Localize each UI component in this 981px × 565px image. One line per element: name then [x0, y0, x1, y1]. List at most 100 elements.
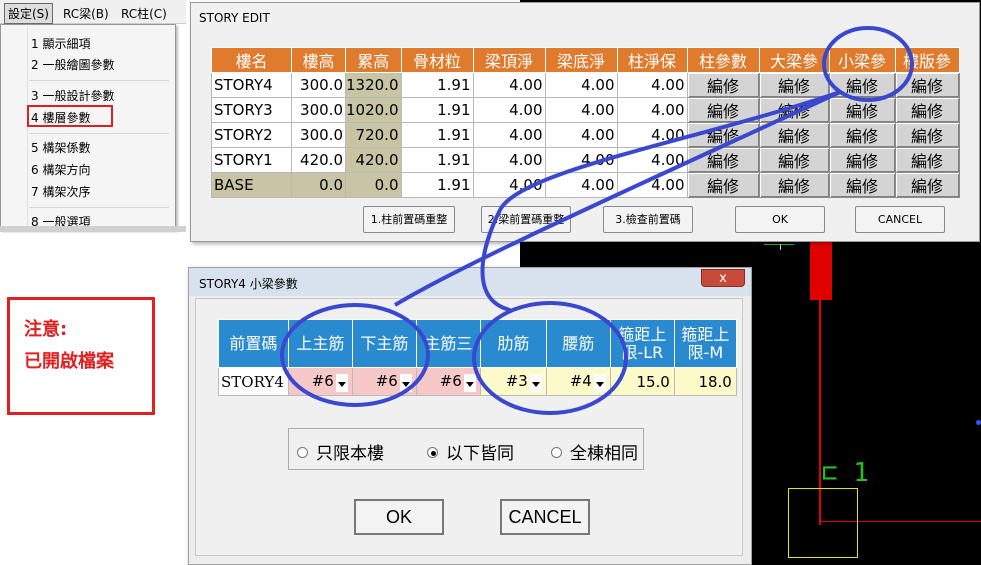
story-beam-top-cell[interactable]: 4.00: [472, 172, 546, 198]
menu-item-frame-coeff[interactable]: 5 構架係數: [31, 139, 90, 156]
story-beam-top-cell[interactable]: 4.00: [472, 97, 546, 123]
story-cumulative-cell[interactable]: 1020.0: [345, 97, 402, 123]
dialog-title-bar[interactable]: STORY4 小梁參數 x: [189, 268, 751, 296]
story-aggregate-cell[interactable]: 1.91: [400, 172, 474, 198]
story-column-cover-cell[interactable]: 4.00: [616, 97, 688, 123]
radio-whole-building[interactable]: 全棟相同: [551, 439, 638, 464]
story-beam-top-cell[interactable]: 4.00: [472, 72, 546, 98]
radio-dot[interactable]: [297, 446, 308, 458]
cell-value: #4: [569, 372, 592, 391]
stirrup-spacing-lr-cell[interactable]: 15.0: [609, 367, 675, 396]
radio-dot[interactable]: [551, 446, 562, 458]
menu-rc-beam[interactable]: RC梁(B): [60, 4, 112, 23]
story-height-cell[interactable]: 0.0: [291, 172, 346, 198]
dropdown-arrow-icon[interactable]: [529, 373, 542, 392]
settings-dropdown-menu: 1 顯示細項 2 一般繪圖參數 3 一般設計參數 4 樓層參數 5 構架係數 6…: [0, 24, 176, 230]
stirrup-spacing-m-cell[interactable]: 18.0: [673, 367, 737, 396]
edit-main-beam-params-button[interactable]: 編修: [758, 97, 830, 123]
note-title: 注意:: [24, 319, 68, 340]
edit-secondary-beam-params-button[interactable]: 編修: [828, 122, 896, 148]
edit-slab-params-button[interactable]: 編修: [894, 72, 960, 98]
bottom-main-bar-select[interactable]: #6: [351, 367, 417, 396]
story-name-cell[interactable]: STORY4: [211, 72, 292, 98]
menu-item-display-detail[interactable]: 1 顯示細項: [31, 35, 90, 52]
cancel-button[interactable]: CANCEL: [855, 206, 945, 233]
story-aggregate-cell[interactable]: 1.91: [400, 97, 474, 123]
edit-main-beam-params-button[interactable]: 編修: [758, 172, 830, 198]
stirrup-select[interactable]: #3: [479, 367, 547, 396]
edit-column-params-button[interactable]: 編修: [686, 172, 760, 198]
check-prefix-button[interactable]: 3.檢查前置碼: [603, 206, 693, 233]
dropdown-arrow-icon[interactable]: [335, 373, 348, 392]
dialog-cancel-button[interactable]: CANCEL: [500, 499, 590, 535]
reorder-column-prefix-button[interactable]: 1.柱前置碼重整: [363, 206, 455, 233]
story-column-cover-cell[interactable]: 4.00: [616, 147, 688, 173]
dropdown-arrow-icon[interactable]: [593, 373, 606, 392]
story-beam-top-cell[interactable]: 4.00: [472, 147, 546, 173]
radio-this-floor[interactable]: 只限本樓: [297, 439, 384, 464]
story-name-cell[interactable]: STORY2: [211, 122, 292, 148]
cell-value: #6: [375, 372, 398, 391]
story-beam-bottom-cell[interactable]: 4.00: [544, 97, 618, 123]
story-column-cover-cell[interactable]: 4.00: [616, 72, 688, 98]
story-beam-bottom-cell[interactable]: 4.00: [544, 122, 618, 148]
story-name-cell[interactable]: BASE: [211, 172, 292, 198]
dialog-ok-button[interactable]: OK: [354, 499, 444, 535]
close-button[interactable]: x: [701, 269, 745, 287]
reorder-beam-prefix-button[interactable]: 2.梁前置碼重整: [481, 206, 571, 233]
radio-below-same[interactable]: 以下皆同: [427, 439, 514, 464]
story-cumulative-cell[interactable]: 720.0: [345, 122, 402, 148]
story-name-cell[interactable]: STORY3: [211, 97, 292, 123]
edit-main-beam-params-button[interactable]: 編修: [758, 122, 830, 148]
menu-item-design-params[interactable]: 3 一般設計參數: [31, 87, 114, 104]
edit-secondary-beam-params-button[interactable]: 編修: [828, 172, 896, 198]
story-cumulative-cell[interactable]: 420.0: [345, 147, 402, 173]
cell-value: #6: [439, 372, 462, 391]
edit-secondary-beam-params-button[interactable]: 編修: [828, 147, 896, 173]
radio-dot[interactable]: [427, 446, 438, 458]
edit-column-params-button[interactable]: 編修: [686, 97, 760, 123]
story-aggregate-cell[interactable]: 1.91: [400, 147, 474, 173]
dialog-body: 前置碼 上主筋 下主筋 主筋三 肋筋 腰筋 箍距上 限-LR 箍距上 限-M STORY4 #6 #6…: [195, 298, 743, 556]
story-aggregate-cell[interactable]: 1.91: [400, 72, 474, 98]
edit-main-beam-params-button[interactable]: 編修: [758, 147, 830, 173]
menu-item-drawing-params[interactable]: 2 一般繪圖參數: [31, 56, 114, 73]
dropdown-arrow-icon[interactable]: [399, 373, 412, 392]
story-aggregate-cell[interactable]: 1.91: [400, 122, 474, 148]
edit-slab-params-button[interactable]: 編修: [894, 122, 960, 148]
edit-secondary-beam-params-button[interactable]: 編修: [828, 72, 896, 98]
edit-column-params-button[interactable]: 編修: [686, 147, 760, 173]
story-height-cell[interactable]: 300.0: [291, 122, 346, 148]
story-height-cell[interactable]: 300.0: [291, 72, 346, 98]
story-height-cell[interactable]: 420.0: [291, 147, 346, 173]
story-cumulative-cell[interactable]: 0.0: [345, 172, 402, 198]
story-column-cover-cell[interactable]: 4.00: [616, 122, 688, 148]
story-beam-bottom-cell[interactable]: 4.00: [544, 147, 618, 173]
story-beam-top-cell[interactable]: 4.00: [472, 122, 546, 148]
menu-item-frame-direction[interactable]: 6 構架方向: [31, 161, 90, 178]
menu-rc-column[interactable]: RC柱(C): [118, 4, 170, 23]
prefix-cell[interactable]: STORY4: [218, 367, 289, 396]
edit-slab-params-button[interactable]: 編修: [894, 172, 960, 198]
story-beam-bottom-cell[interactable]: 4.00: [544, 72, 618, 98]
web-bar-select[interactable]: #4: [545, 367, 611, 396]
background-strip: [0, 226, 186, 232]
menu-settings[interactable]: 設定(S): [4, 3, 53, 24]
menu-item-frame-order[interactable]: 7 構架次序: [31, 183, 90, 200]
story-cumulative-cell[interactable]: 1320.0: [345, 72, 402, 98]
dropdown-arrow-icon[interactable]: [463, 373, 476, 392]
edit-column-params-button[interactable]: 編修: [686, 72, 760, 98]
col-header: 骨材粒: [400, 47, 474, 73]
story-column-cover-cell[interactable]: 4.00: [616, 172, 688, 198]
story-name-cell[interactable]: STORY1: [211, 147, 292, 173]
third-main-bar-select[interactable]: #6: [415, 367, 481, 396]
story-beam-bottom-cell[interactable]: 4.00: [544, 172, 618, 198]
edit-column-params-button[interactable]: 編修: [686, 122, 760, 148]
story-height-cell[interactable]: 300.0: [291, 97, 346, 123]
edit-slab-params-button[interactable]: 編修: [894, 147, 960, 173]
edit-slab-params-button[interactable]: 編修: [894, 97, 960, 123]
top-main-bar-select[interactable]: #6: [287, 367, 353, 396]
ok-button[interactable]: OK: [735, 206, 825, 233]
edit-main-beam-params-button[interactable]: 編修: [758, 72, 830, 98]
edit-secondary-beam-params-button[interactable]: 編修: [828, 97, 896, 123]
